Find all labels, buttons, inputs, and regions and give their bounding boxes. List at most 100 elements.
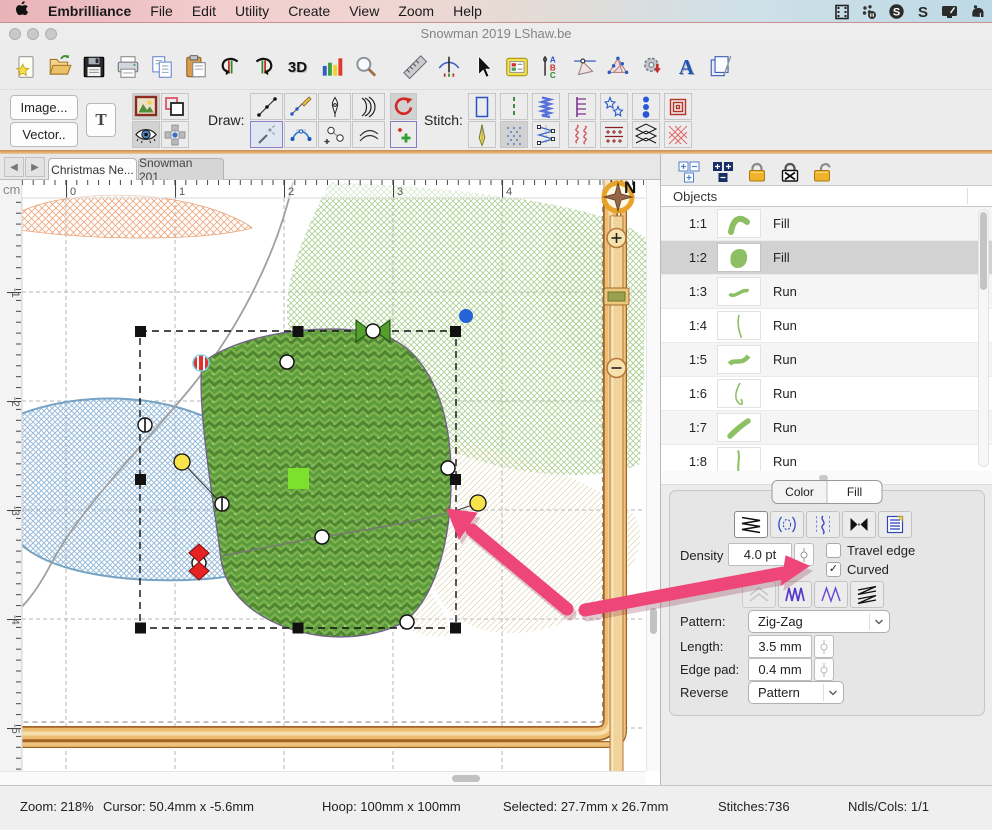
- selected-fill-object[interactable]: [201, 329, 451, 637]
- underlay-zigzag-loose-button[interactable]: [814, 581, 848, 608]
- pattern-select[interactable]: Zig-Zag: [748, 610, 890, 633]
- move-object-button[interactable]: [161, 121, 189, 148]
- blue-point-node[interactable]: [459, 309, 473, 323]
- tab-christmas[interactable]: Christmas Ne...: [48, 158, 137, 180]
- zoom-tool-button[interactable]: [350, 49, 381, 85]
- edge-pad-input[interactable]: 0.4 mm: [748, 658, 812, 681]
- stitch-outline-button[interactable]: [468, 93, 496, 120]
- color-chart-button[interactable]: [316, 49, 347, 85]
- fill-type-contour-button[interactable]: [770, 511, 804, 538]
- canvas-vertical-scrollbar[interactable]: [646, 180, 660, 771]
- menu-view[interactable]: View: [349, 3, 379, 19]
- unlock-button[interactable]: [809, 158, 836, 185]
- stitch-meander-button[interactable]: [568, 121, 596, 148]
- menu-zoom[interactable]: Zoom: [398, 3, 434, 19]
- canvas-horizontal-scrollbar[interactable]: [0, 771, 646, 785]
- fill-type-bowtie-button[interactable]: [842, 511, 876, 538]
- fill-type-program-button[interactable]: [878, 511, 912, 538]
- draw-shapes-tool[interactable]: [318, 121, 351, 148]
- visibility-eye-button[interactable]: [132, 121, 160, 148]
- edge-pad-stepper[interactable]: [814, 658, 834, 681]
- pause-dots-status-icon[interactable]: [861, 4, 877, 20]
- stitch-simulator-button[interactable]: [433, 49, 464, 85]
- density-stepper[interactable]: [794, 543, 814, 566]
- image-button[interactable]: Image...: [10, 95, 78, 120]
- stitch-motif-fill-button[interactable]: [600, 121, 628, 148]
- text-tool-button[interactable]: T: [86, 103, 116, 137]
- view-3d-button[interactable]: 3D: [282, 49, 313, 85]
- density-input[interactable]: 4.0 pt: [728, 543, 792, 566]
- length-stepper[interactable]: [814, 635, 834, 658]
- menu-help[interactable]: Help: [453, 3, 482, 19]
- compass-rose[interactable]: N: [604, 180, 636, 211]
- menu-utility[interactable]: Utility: [235, 3, 269, 19]
- stitch-run-button[interactable]: [500, 93, 528, 120]
- stitch-generate-button[interactable]: [637, 49, 668, 85]
- stitch-comb-button[interactable]: [568, 93, 596, 120]
- object-row-7[interactable]: 1:7Run: [661, 411, 992, 445]
- reshape-tool-button[interactable]: [569, 49, 600, 85]
- copy-button[interactable]: [146, 49, 177, 85]
- object-row-1[interactable]: 1:1Fill: [661, 207, 992, 241]
- paste-button[interactable]: [180, 49, 211, 85]
- new-document-button[interactable]: [10, 49, 41, 85]
- vector-button[interactable]: Vector..: [10, 122, 78, 147]
- skype-status-icon[interactable]: S: [888, 3, 905, 20]
- collapse-groups-button[interactable]: [709, 158, 736, 185]
- draw-pen-nib-tool[interactable]: [318, 93, 351, 120]
- font-letter-button[interactable]: A: [671, 49, 702, 85]
- rotate-left-button[interactable]: [214, 49, 245, 85]
- tab-fill[interactable]: Fill: [827, 481, 882, 503]
- stitch-bead-button[interactable]: [632, 93, 660, 120]
- object-row-4[interactable]: 1:4Run: [661, 309, 992, 343]
- stitch-lattice-button[interactable]: [632, 121, 660, 148]
- stitch-column-button[interactable]: [532, 121, 560, 148]
- stitch-satin-button[interactable]: [532, 93, 560, 120]
- expand-groups-button[interactable]: [675, 158, 702, 185]
- design-canvas[interactable]: -1 -2 -3 -4 -5 0 1 2 3 4 cm: [0, 180, 660, 785]
- menu-app-name[interactable]: Embrilliance: [48, 3, 131, 19]
- curved-checkbox[interactable]: ✓: [826, 562, 841, 577]
- fill-type-zigzag-button[interactable]: [734, 511, 768, 538]
- select-pointer-button[interactable]: [467, 49, 498, 85]
- tab-color[interactable]: Color: [773, 481, 827, 503]
- object-row-8[interactable]: 1:8Run: [661, 445, 992, 471]
- objects-list-scrollbar[interactable]: [978, 209, 989, 467]
- stitch-concentric-button[interactable]: [664, 93, 692, 120]
- display-status-icon[interactable]: [941, 4, 959, 20]
- length-input[interactable]: 3.5 mm: [748, 635, 812, 658]
- notes-button[interactable]: [705, 49, 736, 85]
- measure-ruler-button[interactable]: [399, 49, 430, 85]
- object-row-6[interactable]: 1:6Run: [661, 377, 992, 411]
- save-button[interactable]: [78, 49, 109, 85]
- lettering-button[interactable]: ABC: [535, 49, 566, 85]
- rotate-right-button[interactable]: [248, 49, 279, 85]
- center-green-handle[interactable]: [288, 468, 309, 489]
- print-button[interactable]: [112, 49, 143, 85]
- menu-edit[interactable]: Edit: [192, 3, 216, 19]
- stitch-crosshatch-button[interactable]: [664, 121, 692, 148]
- object-overlap-button[interactable]: [161, 93, 189, 120]
- add-node-button[interactable]: [390, 121, 417, 148]
- stitch-motif-star-button[interactable]: [600, 93, 628, 120]
- stitch-pencil-button[interactable]: [468, 121, 496, 148]
- draw-parallel-curve-tool[interactable]: [352, 121, 385, 148]
- travel-edge-checkbox[interactable]: [826, 543, 841, 558]
- underlay-chevron-button[interactable]: [742, 581, 776, 608]
- underlay-slant-button[interactable]: [850, 581, 884, 608]
- underlay-zigzag-tight-button[interactable]: [778, 581, 812, 608]
- draw-arc-tool[interactable]: [284, 121, 317, 148]
- show-image-button[interactable]: [132, 93, 160, 120]
- design-properties-button[interactable]: [501, 49, 532, 85]
- fill-type-wave-button[interactable]: [806, 511, 840, 538]
- tab-snowman[interactable]: Snowman 201...: [138, 158, 224, 180]
- menu-file[interactable]: File: [150, 3, 173, 19]
- menu-create[interactable]: Create: [288, 3, 330, 19]
- draw-curves-tool[interactable]: [352, 93, 385, 120]
- draw-line-tool[interactable]: [250, 93, 283, 120]
- s-app-status-icon[interactable]: S: [916, 3, 930, 20]
- reverse-select[interactable]: Pattern: [748, 681, 844, 704]
- lock-button[interactable]: [743, 158, 770, 185]
- evernote-status-icon[interactable]: [970, 4, 986, 20]
- tab-next-button[interactable]: ▶: [25, 157, 45, 177]
